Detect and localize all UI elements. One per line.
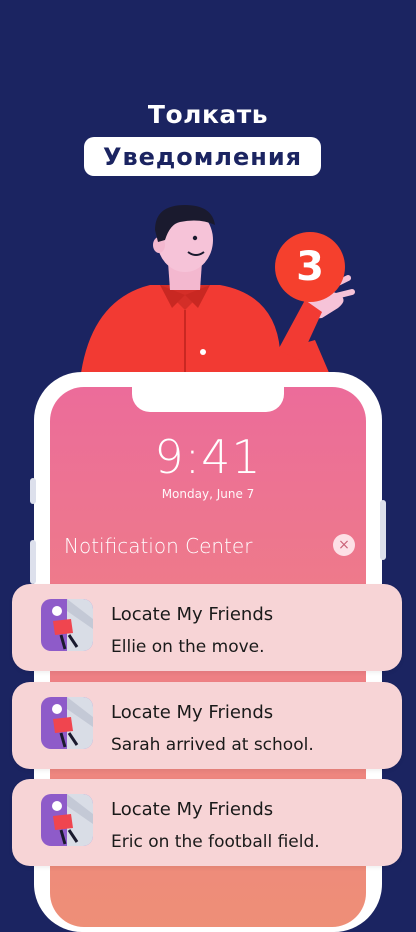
notification-card[interactable]: Locate My Friends Sarah arrived at schoo… [12,682,402,769]
app-icon [41,697,93,749]
notification-card[interactable]: Locate My Friends Ellie on the move. [12,584,402,671]
phone-side-button [380,500,386,560]
notification-app-name: Locate My Friends [111,799,274,820]
lock-screen-time: 9:41 [154,430,262,484]
notification-center-title: Notification Center [64,534,253,558]
phone-notch [132,384,284,412]
close-icon[interactable]: × [333,534,355,556]
notification-app-name: Locate My Friends [111,604,274,625]
notification-card[interactable]: Locate My Friends Eric on the football f… [12,779,402,866]
notification-message: Eric on the football field. [111,832,320,852]
lock-screen-date: Monday, June 7 [161,487,255,501]
phone-side-button [30,540,36,584]
notification-count-badge: 3 [275,232,345,302]
notification-message: Ellie on the move. [111,637,265,657]
header-title: Толкать [147,100,269,129]
header-subtitle: Уведомления [102,142,303,171]
app-icon [41,794,93,846]
notification-message: Sarah arrived at school. [111,735,314,755]
notification-app-name: Locate My Friends [111,702,274,723]
app-icon [41,599,93,651]
header-subtitle-pill: Уведомления [84,137,321,176]
